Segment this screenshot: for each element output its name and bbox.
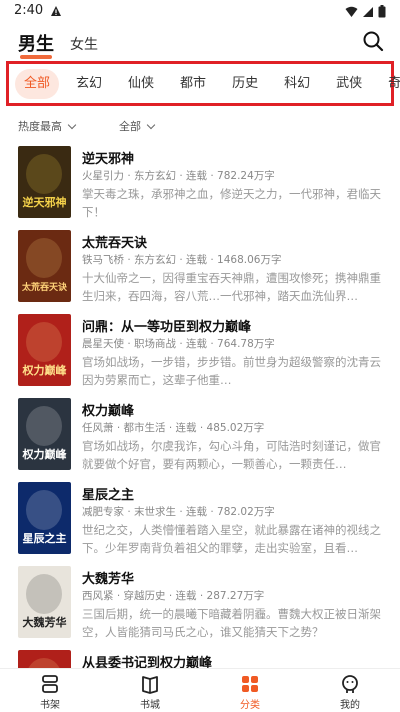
book-cover-art: 权力巅峰 (18, 398, 71, 470)
book-title[interactable]: 逆天邪神 (82, 148, 134, 167)
book-meta: 晨星天使 · 职场商战 · 连载 · 764.78万字 (82, 338, 275, 350)
bottom-nav: 书架 书城 分类 我的 (0, 668, 400, 712)
nav-profile-label: 我的 (340, 700, 360, 711)
book-cover-title: 逆天邪神 (23, 195, 67, 209)
book-item[interactable]: 逆天邪神 逆天邪神 火星引力 · 东方玄幻 · 连载 · 782.24万字 掌天毒之珠… (0, 140, 400, 224)
book-title[interactable]: 太荒吞天诀 (82, 232, 147, 251)
book-cover-title: 大魏芳华 (23, 615, 67, 629)
category-kehuan[interactable]: 科幻 (275, 69, 319, 99)
tab-male[interactable]: 男生 (18, 30, 54, 56)
category-wuxia[interactable]: 武侠 (327, 69, 371, 99)
book-cover-title: 权力巅峰 (22, 363, 68, 377)
nav-bookshelf-label: 书架 (40, 700, 60, 711)
book-cover[interactable]: 权力巅峰 (18, 314, 71, 386)
book-cover-art: 太荒吞天诀 (18, 230, 71, 302)
book-cover-title: 星辰之主 (23, 531, 67, 545)
sort-filter[interactable]: 热度最高 (18, 116, 77, 136)
sort-filter-label: 热度最高 (18, 120, 62, 133)
book-cover[interactable]: 星辰之主 (18, 482, 71, 554)
category-grid-icon (242, 676, 258, 692)
book-cover-art: 逆天邪神 (18, 146, 71, 218)
book-cover-art: 大魏芳华 (18, 566, 71, 638)
book-meta: 西风紧 · 穿越历史 · 连载 · 287.27万字 (82, 590, 265, 602)
book-description: 十大仙帝之一，因得重宝吞天神鼎，遭围攻惨死；携神鼎重生归来，吞四海，容八荒…一代… (82, 271, 381, 303)
status-filter[interactable]: 全部 (119, 116, 156, 136)
book-cover-art: 星辰之主 (18, 482, 71, 554)
book-cover[interactable]: 太荒吞天诀 (18, 230, 71, 302)
book-description: 官场如战场，尔虞我诈，勾心斗角，可陆浩时刻谨记，做官就要做个好官，要有两颗心，一… (82, 439, 381, 471)
tab-female[interactable]: 女生 (70, 34, 98, 54)
book-item[interactable]: 星辰之主 星辰之主 减肥专家 · 末世求生 · 连载 · 782.02万字 世纪之交，… (0, 476, 400, 560)
category-dushi[interactable]: 都市 (171, 69, 215, 99)
book-title[interactable]: 大魏芳华 (82, 568, 134, 587)
nav-category[interactable]: 分类 (200, 669, 300, 712)
book-meta: 减肥专家 · 末世求生 · 连载 · 782.02万字 (82, 506, 275, 518)
chevron-down-icon (146, 120, 156, 129)
book-item[interactable]: 权力巅峰 权力巅峰 任风萧 · 都市生活 · 连载 · 485.02万字 官场如战场，… (0, 392, 400, 476)
nav-bookshelf[interactable]: 书架 (0, 669, 100, 712)
search-icon[interactable] (362, 30, 384, 52)
filter-bar: 热度最高 全部 (18, 116, 156, 136)
status-bar: 2:40 (0, 0, 400, 24)
category-lishi[interactable]: 历史 (223, 69, 267, 99)
book-title[interactable]: 星辰之主 (82, 484, 134, 503)
category-xuanhuan[interactable]: 玄幻 (67, 69, 111, 99)
active-tab-indicator (20, 55, 52, 59)
book-description: 三国后期，统一的晨曦下暗藏着阴霾。曹魏大权正被日渐架空，人皆能猜司马氏之心，谁又… (82, 607, 381, 639)
nav-category-label: 分类 (240, 700, 260, 711)
nav-bookstore-label: 书城 (140, 700, 160, 711)
category-qihuan[interactable]: 奇幻 (379, 69, 400, 99)
book-cover[interactable]: 大魏芳华 (18, 566, 71, 638)
status-filter-label: 全部 (119, 120, 141, 133)
chevron-down-icon (67, 120, 77, 129)
book-title[interactable]: 权力巅峰 (82, 400, 134, 419)
profile-icon (342, 675, 358, 693)
category-all[interactable]: 全部 (15, 68, 60, 99)
book-description: 官场如战场，一步错，步步错。前世身为超级警察的沈青云因为劳累而亡，这辈子他重… (82, 355, 381, 387)
nav-profile[interactable]: 我的 (300, 669, 400, 712)
book-cover-title: 权力巅峰 (22, 447, 68, 461)
book-item[interactable]: 权力巅峰 问鼎：从一等功臣到权力巅峰晨星天使 · 职场商战 · 连载 · 764.… (0, 308, 400, 392)
book-cover[interactable]: 逆天邪神 (18, 146, 71, 218)
book-description: 掌天毒之珠，承邪神之血，修逆天之力，一代邪神，君临天下！ (82, 187, 381, 219)
nav-bookstore[interactable]: 书城 (100, 669, 200, 712)
category-xianxia[interactable]: 仙侠 (119, 69, 163, 99)
top-bar: 男生 女生 (0, 24, 400, 60)
signal-icon (363, 6, 373, 17)
book-description: 世纪之交，人类懵懂着踏入星空，就此暴露在诸神的视线之下。少年罗南背负着祖父的罪孽… (82, 523, 381, 555)
book-meta: 火星引力 · 东方玄幻 · 连载 · 782.24万字 (82, 170, 275, 182)
status-time: 2:40 (14, 3, 44, 18)
bookshelf-icon (42, 675, 58, 693)
book-cover[interactable]: 权力巅峰 (18, 398, 71, 470)
book-meta: 铁马飞桥 · 东方玄幻 · 连载 · 1468.06万字 (82, 254, 282, 266)
battery-icon (378, 5, 386, 18)
book-title[interactable]: 问鼎：从一等功臣到权力巅峰 (82, 316, 251, 335)
book-cover-title: 太荒吞天诀 (21, 281, 68, 293)
alert-icon (51, 6, 61, 16)
book-item[interactable]: 太荒吞天诀 太荒吞天诀 铁马飞桥 · 东方玄幻 · 连载 · 1468.06万字 十大… (0, 224, 400, 308)
book-meta: 任风萧 · 都市生活 · 连载 · 485.02万字 (82, 422, 265, 434)
book-item[interactable]: 大魏芳华 大魏芳华 西风紧 · 穿越历史 · 连载 · 287.27万字 三国后期，统… (0, 560, 400, 644)
category-bar: 全部 玄幻 仙侠 都市 历史 科幻 武侠 奇幻 (6, 61, 400, 106)
wifi-icon (345, 6, 358, 17)
book-store-icon (142, 676, 158, 694)
book-cover-art: 权力巅峰 (18, 314, 71, 386)
